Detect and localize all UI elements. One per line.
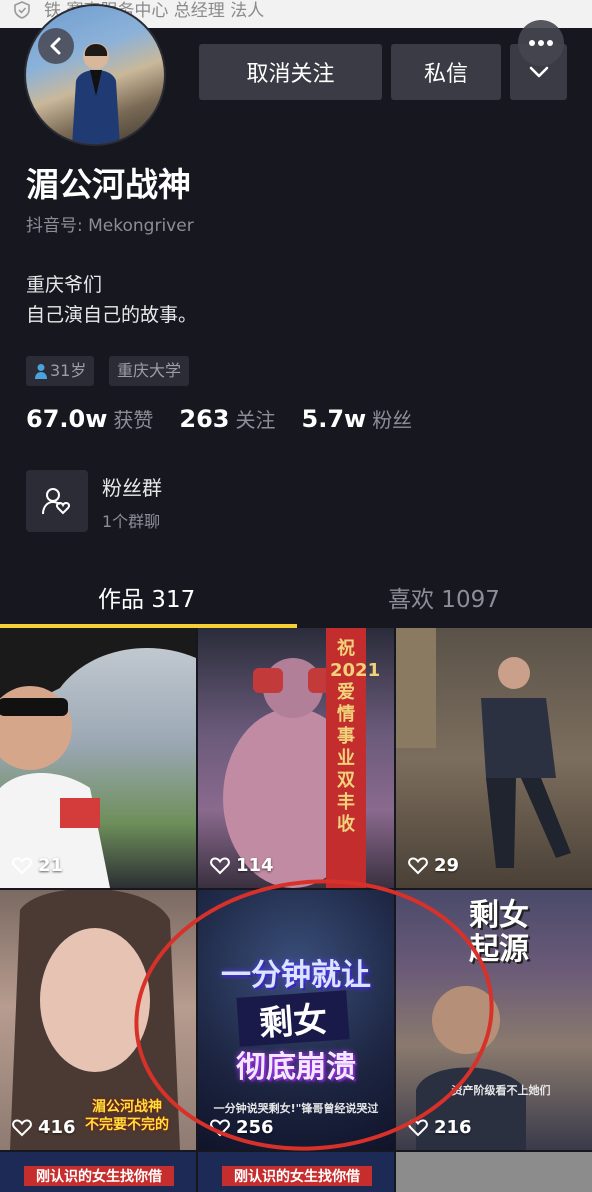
- video-overlay-text: 不完要不完的: [85, 1117, 169, 1133]
- heart-icon: [12, 856, 32, 874]
- video-thumbnail[interactable]: 21: [0, 628, 196, 888]
- bio-line: 重庆爷们: [26, 274, 103, 296]
- video-likes: 114: [210, 855, 274, 876]
- video-likes-count: 29: [434, 855, 460, 876]
- tag-age: 31岁: [26, 356, 95, 386]
- heart-icon: [408, 856, 428, 874]
- pilot-figure: [0, 628, 196, 888]
- video-overlay-text: 刚认识的女生找你借: [222, 1166, 372, 1186]
- walking-figure: [396, 628, 571, 868]
- shield-icon: [14, 1, 30, 19]
- video-thumbnail[interactable]: [396, 1152, 592, 1192]
- group-chat-icon: [42, 488, 71, 515]
- video-likes: 21: [12, 855, 63, 876]
- video-likes-count: 21: [38, 855, 64, 876]
- video-likes: 416: [12, 1117, 76, 1138]
- fans-label[interactable]: 粉丝: [372, 408, 412, 432]
- likes-label: 获赞: [113, 408, 154, 432]
- chevron-down-icon: [529, 66, 548, 78]
- video-likes-count: 416: [38, 1117, 76, 1138]
- more-button[interactable]: [518, 20, 564, 66]
- video-likes-count: 114: [236, 855, 274, 876]
- couplet-text: 祝2021爱情事业双丰收: [330, 638, 381, 835]
- person-silhouette: [72, 43, 120, 144]
- video-thumbnail[interactable]: 29: [396, 628, 592, 888]
- avatar[interactable]: [24, 4, 166, 146]
- tag-school: 重庆大学: [109, 356, 190, 386]
- chevron-left-icon: [50, 37, 61, 55]
- fan-group-title[interactable]: 粉丝群: [102, 472, 162, 501]
- person-icon: [35, 364, 47, 379]
- video-overlay-text: 刚认识的女生找你借: [24, 1166, 174, 1186]
- bio: 重庆爷们 自己演自己的故事。: [26, 270, 197, 330]
- tab-likes[interactable]: 喜欢 1097: [388, 580, 500, 614]
- profile-name: 湄公河战神: [26, 165, 191, 204]
- following-count[interactable]: 263: [179, 405, 229, 433]
- likes-count: 67.0w: [26, 405, 108, 433]
- back-button[interactable]: [38, 28, 74, 64]
- douyin-id[interactable]: 抖音号: Mekongriver: [26, 211, 194, 236]
- video-thumbnail[interactable]: 祝2021爱情事业双丰收 114: [198, 628, 394, 888]
- tab-works[interactable]: 作品 317: [98, 580, 195, 614]
- fan-group-button[interactable]: [26, 470, 88, 532]
- video-thumbnail[interactable]: 刚认识的女生找你借: [198, 1152, 394, 1192]
- heart-icon: [210, 856, 230, 874]
- stats-row: 67.0w 获赞 263 关注 5.7w 粉丝: [26, 404, 438, 433]
- video-thumbnail[interactable]: 刚认识的女生找你借: [0, 1152, 196, 1192]
- following-label[interactable]: 关注: [236, 408, 276, 432]
- message-button[interactable]: 私信: [391, 44, 501, 100]
- video-likes: 29: [408, 855, 459, 876]
- video-likes-count: 216: [434, 1117, 472, 1138]
- more-icon: [529, 40, 553, 46]
- bio-line: 自己演自己的故事。: [26, 304, 198, 326]
- fan-group-subtitle: 1个群聊: [102, 512, 161, 531]
- heart-icon: [12, 1118, 32, 1136]
- tag-age-label: 31岁: [50, 361, 87, 380]
- unfollow-button[interactable]: 取消关注: [199, 44, 382, 100]
- fans-count[interactable]: 5.7w: [302, 405, 367, 433]
